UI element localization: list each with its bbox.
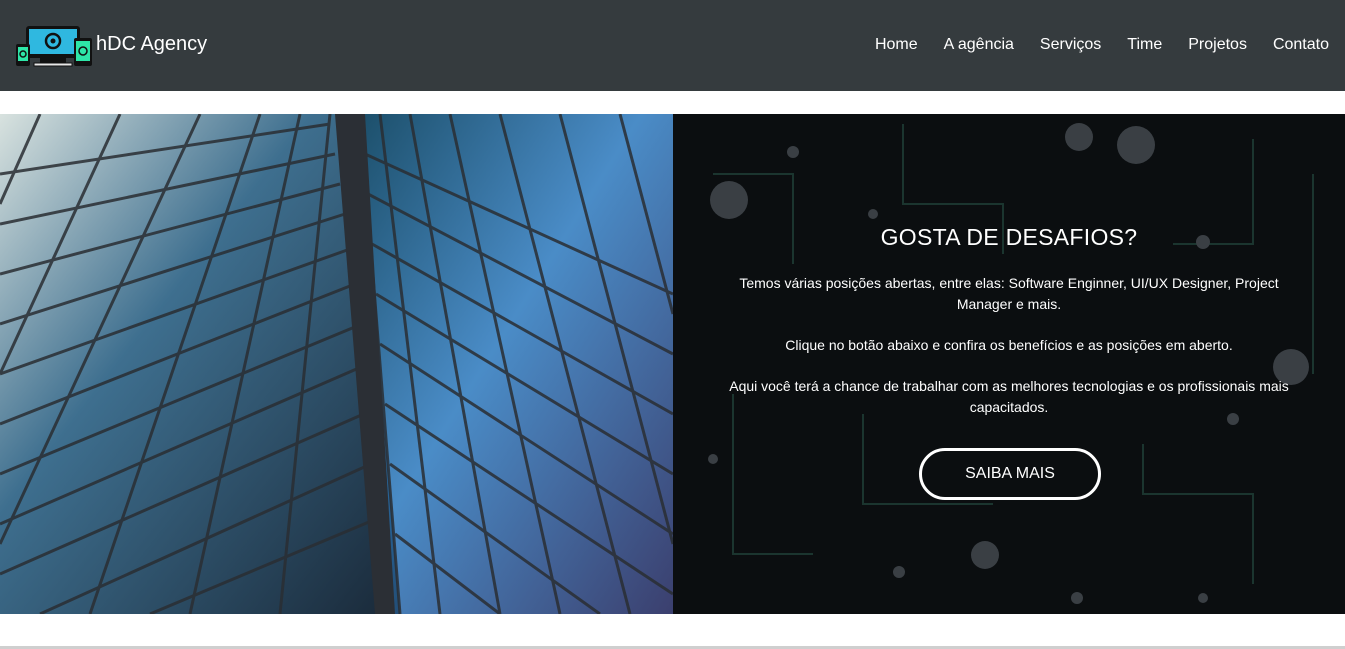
careers-panel: GOSTA DE DESAFIOS? Temos várias posições…	[673, 114, 1345, 614]
nav-link-projetos[interactable]: Projetos	[1188, 35, 1247, 55]
nav-link-contato[interactable]: Contato	[1273, 35, 1329, 55]
saiba-mais-button[interactable]: SAIBA MAIS	[919, 448, 1101, 500]
brand[interactable]: hDC Agency	[16, 24, 207, 68]
devices-eye-logo-icon	[16, 26, 92, 67]
nav-link-agencia[interactable]: A agência	[944, 35, 1014, 55]
top-navbar: hDC Agency Home A agência Serviços Time …	[0, 0, 1345, 91]
paragraph-technologies: Aqui você terá a chance de trabalhar com…	[729, 378, 1289, 415]
brand-name: hDC Agency	[96, 32, 208, 55]
nav-link-time[interactable]: Time	[1127, 35, 1162, 55]
careers-content: GOSTA DE DESAFIOS? Temos várias posições…	[673, 114, 1345, 614]
nav-link-servicos[interactable]: Serviços	[1040, 35, 1101, 55]
paragraph-open-positions: Temos várias posições abertas, entre ela…	[739, 275, 1279, 312]
panel-title: GOSTA DE DESAFIOS?	[880, 224, 1138, 250]
building-photo	[0, 114, 673, 614]
nav-link-home[interactable]: Home	[875, 35, 918, 55]
paragraph-benefits: Clique no botão abaixo e confira os bene…	[785, 337, 1233, 353]
main-nav: Home A agência Serviços Time Projetos Co…	[849, 35, 1329, 55]
